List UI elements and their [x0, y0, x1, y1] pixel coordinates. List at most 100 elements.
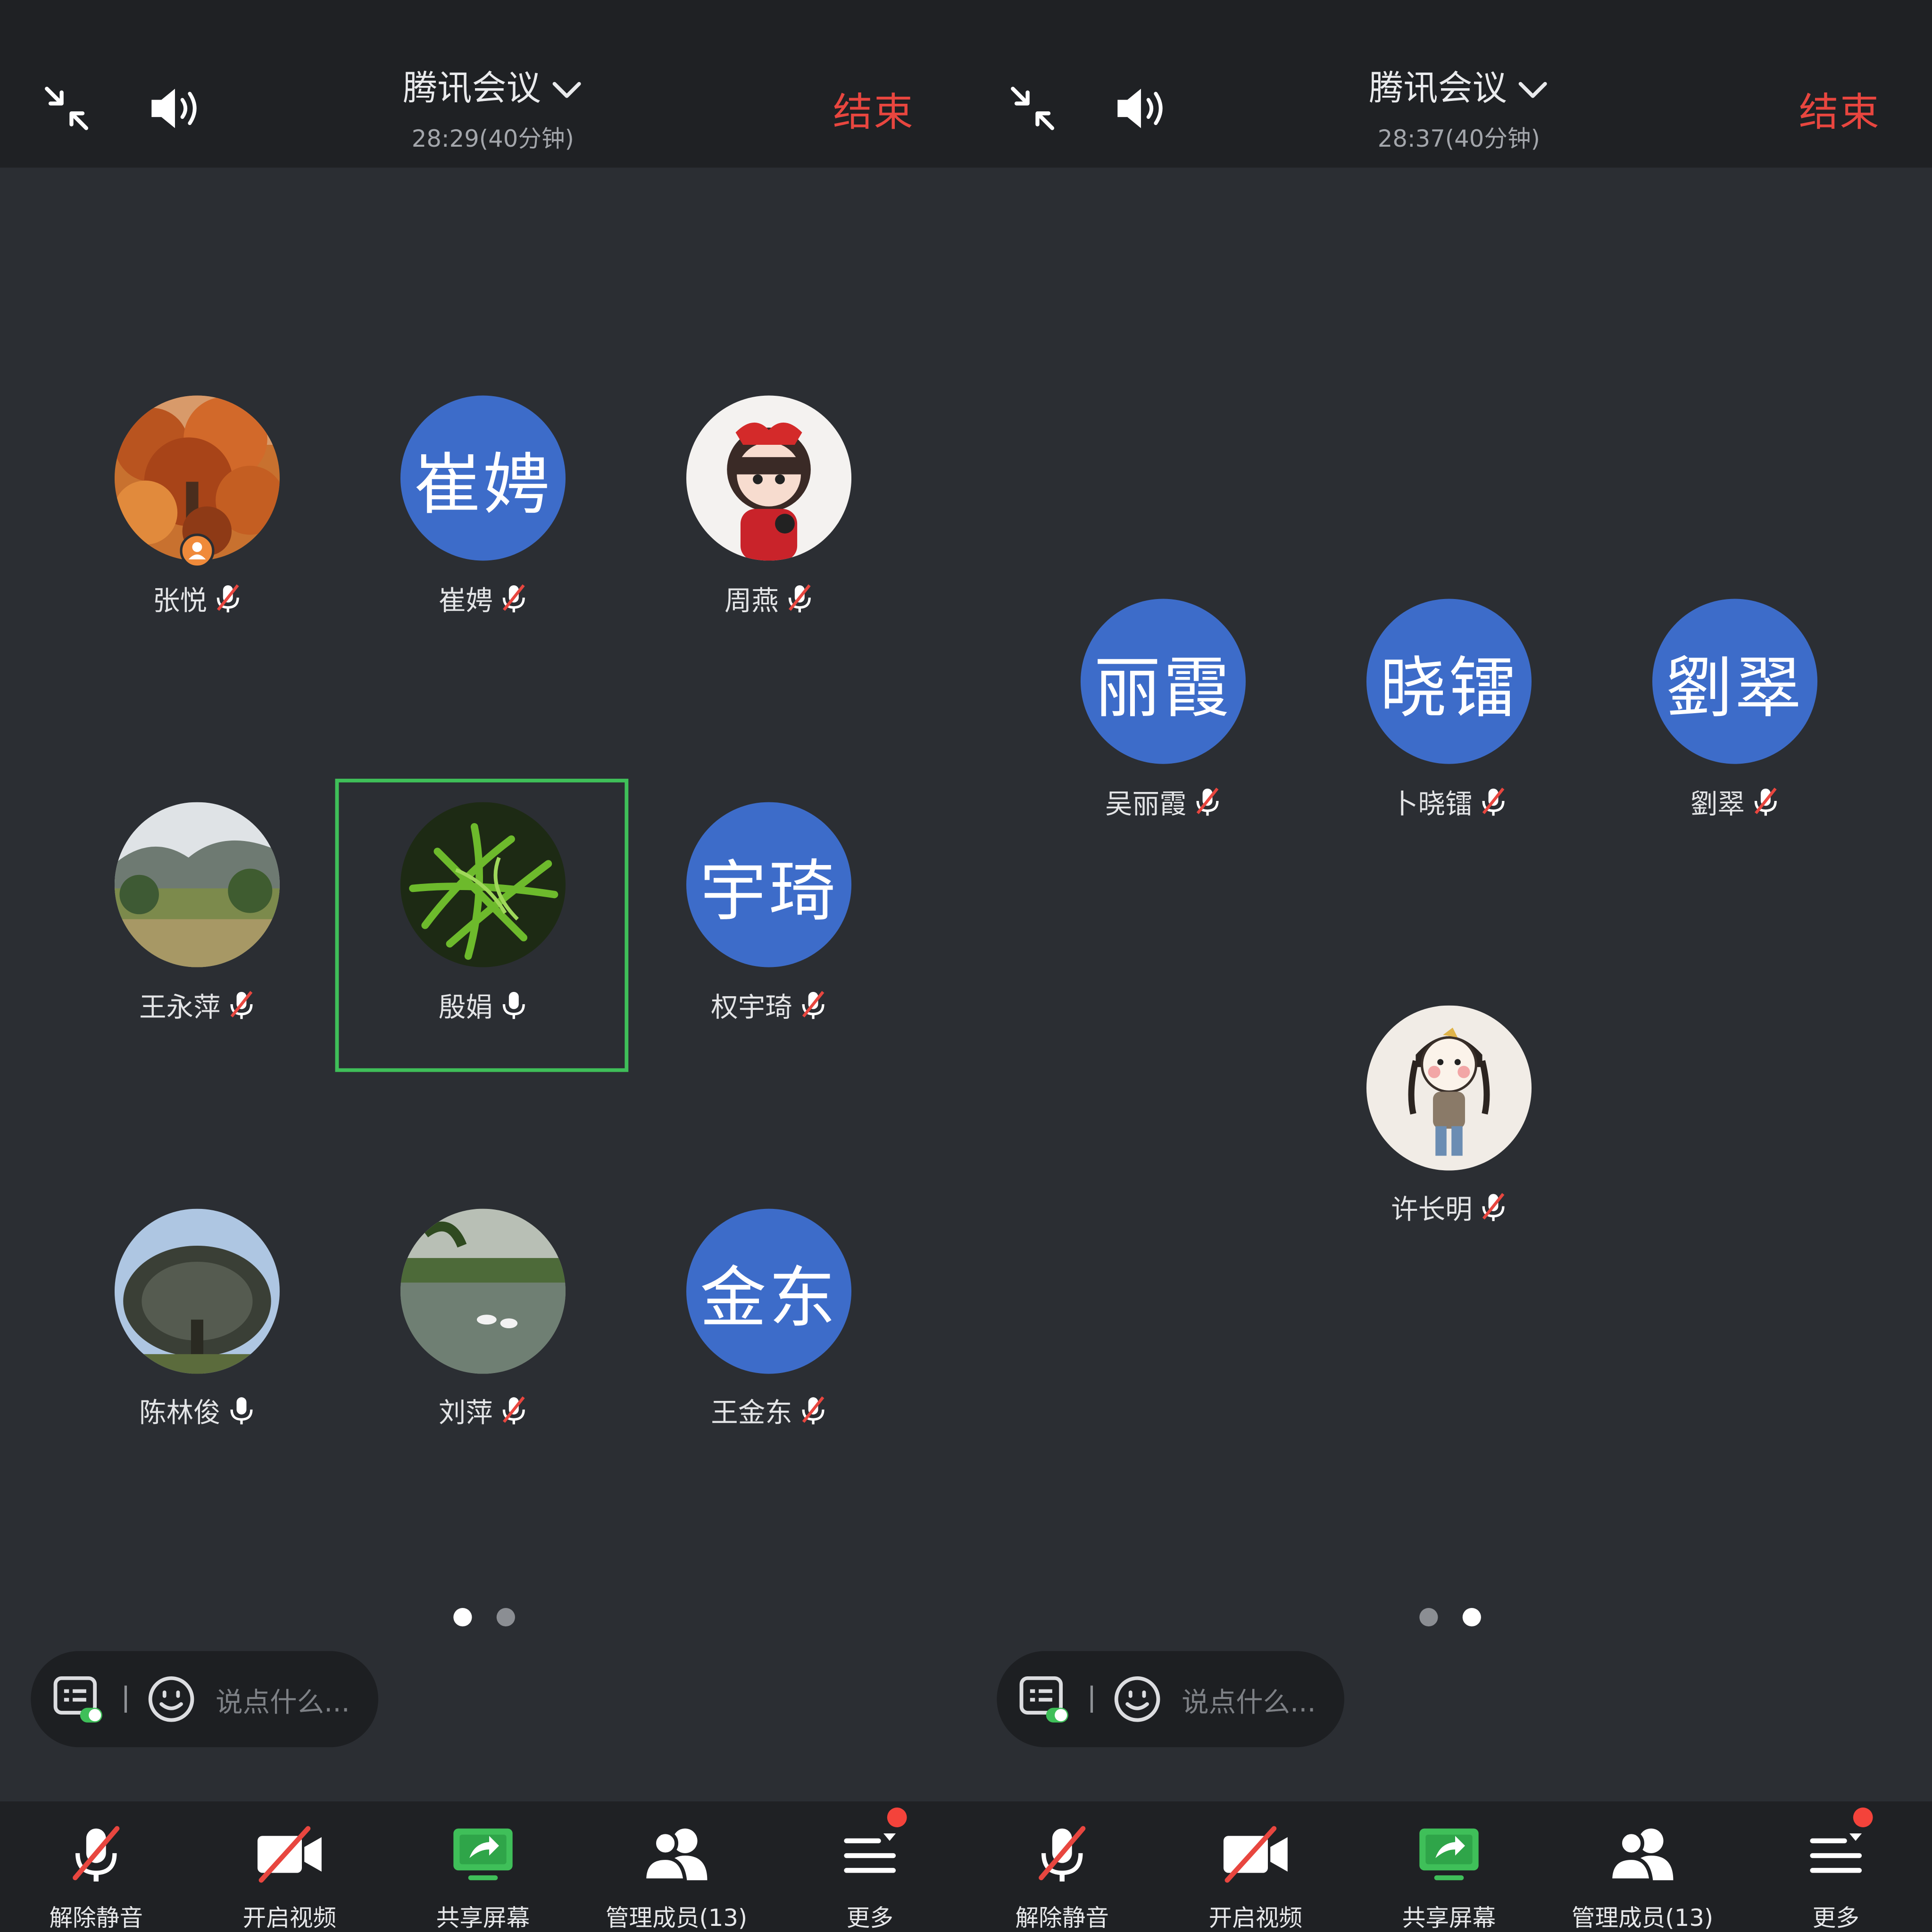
mic-muted-icon — [1196, 787, 1219, 816]
chat-separator — [124, 1685, 127, 1713]
emoji-icon[interactable] — [1113, 1674, 1162, 1724]
chat-input-bar[interactable]: 说点什么... — [31, 1651, 378, 1748]
captions-icon[interactable] — [53, 1676, 105, 1725]
chat-input-bar[interactable]: 说点什么... — [997, 1651, 1344, 1748]
more-icon — [1810, 1833, 1862, 1873]
participant-name-xuchangming: 许长明 — [1326, 1188, 1572, 1227]
speaker-icon[interactable] — [1114, 84, 1170, 133]
notification-dot — [887, 1807, 907, 1827]
avatar-liucui[interactable]: 劉翠 — [1652, 599, 1818, 764]
share-screen-icon — [453, 1828, 513, 1881]
mountain-meadow-photo — [114, 802, 280, 967]
unmute-button[interactable]: 解除静音 — [0, 1801, 192, 1932]
meeting-title-block[interactable]: 腾讯会议 28:29(40分钟) — [320, 62, 665, 154]
meeting-title: 腾讯会议 — [403, 67, 541, 108]
mic-muted-icon — [1754, 787, 1777, 816]
end-meeting-button[interactable]: 结束 — [1799, 81, 1880, 138]
emoji-icon[interactable] — [147, 1674, 196, 1724]
mic-muted-icon — [502, 1396, 525, 1424]
bare-tree-photo — [114, 1208, 280, 1374]
page-dot[interactable] — [496, 1607, 515, 1627]
meeting-timer: 28:29(40分钟) — [411, 125, 574, 153]
top-bar: 腾讯会议 28:37(40分钟) 结束 — [966, 0, 1932, 168]
share-screen-icon — [1419, 1828, 1479, 1881]
captions-icon[interactable] — [1019, 1676, 1071, 1725]
participant-name-liuping: 刘萍 — [360, 1391, 606, 1431]
speaker-icon[interactable] — [148, 84, 204, 133]
chevron-down-icon — [1518, 82, 1547, 98]
end-meeting-button[interactable]: 结束 — [833, 81, 914, 138]
chat-placeholder[interactable]: 说点什么... — [1182, 1681, 1316, 1720]
participant-name-wangjindong: 王金东 — [646, 1391, 892, 1431]
chevron-down-icon — [552, 82, 581, 98]
host-badge-icon — [180, 533, 215, 568]
mic-muted-icon — [802, 991, 824, 1019]
avatar-wangyongping[interactable] — [114, 802, 280, 967]
page-dot-active[interactable] — [453, 1607, 472, 1627]
avatar-chenlinjun[interactable] — [114, 1208, 280, 1374]
chat-separator — [1090, 1685, 1093, 1713]
cartoon-girl-avatar — [686, 395, 852, 561]
avatar-quanyuqi[interactable]: 宇琦 — [686, 802, 852, 967]
mic-muted-icon — [1482, 787, 1505, 816]
mic-on-icon — [230, 1397, 253, 1424]
avatar-liuping[interactable] — [400, 1208, 566, 1374]
minimize-icon[interactable] — [42, 84, 91, 133]
mic-muted-icon — [1482, 1193, 1505, 1221]
mic-muted-icon — [73, 1826, 120, 1882]
avatar-yinjuan[interactable] — [400, 802, 566, 967]
more-icon — [844, 1833, 896, 1873]
more-button[interactable]: 更多 — [1740, 1801, 1932, 1932]
chat-placeholder[interactable]: 说点什么... — [216, 1681, 350, 1720]
top-bar: 腾讯会议 28:29(40分钟) 结束 — [0, 0, 966, 168]
participant-name-wulixia: 吴丽霞 — [1040, 783, 1286, 822]
members-icon — [642, 1828, 708, 1882]
participant-name-yinjuan: 殷娟 — [360, 986, 606, 1025]
meeting-title-block[interactable]: 腾讯会议 28:37(40分钟) — [1286, 62, 1631, 154]
unmute-button[interactable]: 解除静音 — [966, 1801, 1158, 1932]
avatar-wangjindong[interactable]: 金东 — [686, 1208, 852, 1374]
avatar-buxiaolei[interactable]: 晓镭 — [1366, 599, 1532, 764]
participant-name-buxiaolei: 卜晓镭 — [1326, 783, 1572, 822]
mic-muted-icon — [1039, 1826, 1086, 1882]
participant-name-wangyongping: 王永萍 — [74, 986, 320, 1025]
participant-name-cuiping: 崔娉 — [360, 579, 606, 619]
share-screen-button[interactable]: 共享屏幕 — [387, 1801, 579, 1932]
green-fern-photo — [400, 802, 566, 967]
meeting-pane-page-2: 腾讯会议 28:37(40分钟) 结束 丽霞 吴丽霞 晓镭 卜晓镭 劉翠 劉翠 … — [966, 0, 1932, 1932]
mic-muted-icon — [788, 584, 811, 613]
video-off-icon — [257, 1826, 322, 1883]
bottom-toolbar: 解除静音 开启视频 共享屏幕 管理成员(13) 更多 — [0, 1801, 966, 1932]
avatar-zhouyan[interactable] — [686, 395, 852, 561]
participant-name-quanyuqi: 权宇琦 — [646, 986, 892, 1025]
pond-swans-photo — [400, 1208, 566, 1374]
cartoon-girl-braids-avatar — [1366, 1005, 1532, 1171]
minimize-icon[interactable] — [1008, 84, 1057, 133]
avatar-wulixia[interactable]: 丽霞 — [1080, 599, 1246, 764]
mic-muted-icon — [217, 584, 239, 613]
manage-members-button[interactable]: 管理成员(13) — [580, 1801, 773, 1932]
notification-dot — [1853, 1807, 1873, 1827]
bottom-toolbar: 解除静音 开启视频 共享屏幕 管理成员(13) 更多 — [966, 1801, 1932, 1932]
participant-name-zhangyue: 张悦 — [74, 579, 320, 619]
participant-name-chenlinjun: 陈林俊 — [74, 1391, 320, 1431]
avatar-xuchangming[interactable] — [1366, 1005, 1532, 1171]
screen: 腾讯会议 28:29(40分钟) 结束 张悦 崔娉 崔娉 周燕 王永萍 殷娟 宇… — [0, 0, 1932, 1932]
share-screen-button[interactable]: 共享屏幕 — [1353, 1801, 1545, 1932]
page-dot-active[interactable] — [1462, 1607, 1481, 1627]
participant-name-liucui: 劉翠 — [1612, 783, 1858, 822]
members-icon — [1608, 1828, 1674, 1882]
video-off-icon — [1223, 1826, 1288, 1883]
start-video-button[interactable]: 开启视频 — [193, 1801, 386, 1932]
mic-muted-icon — [230, 991, 253, 1019]
participant-name-zhouyan: 周燕 — [646, 579, 892, 619]
page-dot[interactable] — [1419, 1607, 1438, 1627]
mic-on-icon — [502, 991, 525, 1019]
meeting-pane-page-1: 腾讯会议 28:29(40分钟) 结束 张悦 崔娉 崔娉 周燕 王永萍 殷娟 宇… — [0, 0, 966, 1932]
more-button[interactable]: 更多 — [774, 1801, 966, 1932]
meeting-title: 腾讯会议 — [1369, 67, 1507, 108]
avatar-cuiping[interactable]: 崔娉 — [400, 395, 566, 561]
mic-muted-icon — [802, 1396, 824, 1424]
start-video-button[interactable]: 开启视频 — [1159, 1801, 1352, 1932]
manage-members-button[interactable]: 管理成员(13) — [1546, 1801, 1739, 1932]
